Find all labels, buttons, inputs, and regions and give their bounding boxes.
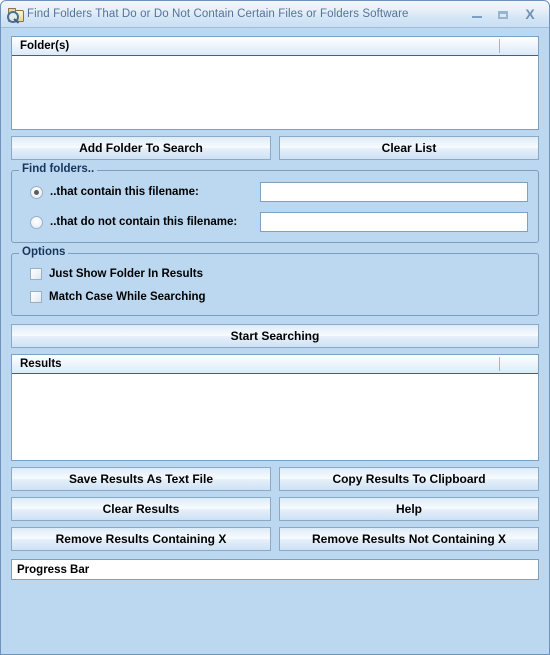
window-title: Find Folders That Do or Do Not Contain C… [27, 8, 409, 20]
check-row-match-case[interactable]: Match Case While Searching [22, 287, 528, 306]
results-column-header: Results [20, 358, 62, 370]
not-contains-filename-input[interactable] [260, 212, 528, 232]
result-buttons-row-2: Clear Results Help [11, 497, 539, 521]
progress-bar: Progress Bar [11, 559, 539, 580]
results-list-header: Results [12, 355, 538, 374]
radio-not-contains-label: ..that do not contain this filename: [50, 216, 238, 228]
options-group: Options Just Show Folder In Results Matc… [11, 246, 539, 316]
find-folders-group: Find folders.. ..that contain this filen… [11, 163, 539, 243]
checkbox-match-case[interactable] [30, 290, 42, 303]
column-divider[interactable] [499, 357, 500, 371]
progress-bar-label: Progress Bar [17, 563, 90, 576]
result-buttons-row-3: Remove Results Containing X Remove Resul… [11, 527, 539, 551]
column-divider[interactable] [499, 39, 500, 53]
check-row-just-show-folder[interactable]: Just Show Folder In Results [22, 264, 528, 283]
remove-results-not-containing-x-button[interactable]: Remove Results Not Containing X [279, 527, 539, 551]
checkbox-match-case-label: Match Case While Searching [49, 290, 206, 303]
folder-magnifier-icon [7, 6, 24, 24]
application-window: Find Folders That Do or Do Not Contain C… [0, 0, 550, 655]
title-bar: Find Folders That Do or Do Not Contain C… [1, 1, 549, 28]
clear-list-button[interactable]: Clear List [279, 136, 539, 160]
folders-column-header: Folder(s) [20, 40, 70, 52]
options-group-title: Options [19, 246, 69, 258]
remove-results-containing-x-button[interactable]: Remove Results Containing X [11, 527, 271, 551]
contains-filename-input[interactable] [260, 182, 528, 202]
window-controls: X [471, 7, 549, 21]
folders-list-body[interactable] [12, 56, 538, 129]
add-folder-to-search-button[interactable]: Add Folder To Search [11, 136, 271, 160]
close-button[interactable]: X [523, 7, 537, 21]
result-buttons-row-1: Save Results As Text File Copy Results T… [11, 467, 539, 491]
results-list-body[interactable] [12, 374, 538, 460]
clear-results-button[interactable]: Clear Results [11, 497, 271, 521]
find-folders-group-title: Find folders.. [19, 163, 98, 175]
checkbox-just-show-folder[interactable] [30, 267, 42, 280]
folder-buttons-row: Add Folder To Search Clear List [11, 136, 539, 160]
help-button[interactable]: Help [279, 497, 539, 521]
radio-contains[interactable] [30, 185, 43, 199]
radio-not-contains[interactable] [30, 215, 43, 229]
client-area: Folder(s) Add Folder To Search Clear Lis… [1, 28, 549, 580]
checkbox-just-show-folder-label: Just Show Folder In Results [49, 267, 203, 280]
radio-row-contains[interactable]: ..that contain this filename: [22, 181, 528, 203]
folders-list-header: Folder(s) [12, 37, 538, 56]
minimize-button[interactable] [471, 8, 484, 21]
folders-list[interactable]: Folder(s) [11, 36, 539, 130]
results-list[interactable]: Results [11, 354, 539, 461]
maximize-button[interactable] [497, 8, 510, 21]
radio-contains-label: ..that contain this filename: [50, 186, 199, 198]
start-searching-button[interactable]: Start Searching [11, 324, 539, 348]
save-results-as-text-file-button[interactable]: Save Results As Text File [11, 467, 271, 491]
copy-results-to-clipboard-button[interactable]: Copy Results To Clipboard [279, 467, 539, 491]
radio-row-not-contains[interactable]: ..that do not contain this filename: [22, 211, 528, 233]
